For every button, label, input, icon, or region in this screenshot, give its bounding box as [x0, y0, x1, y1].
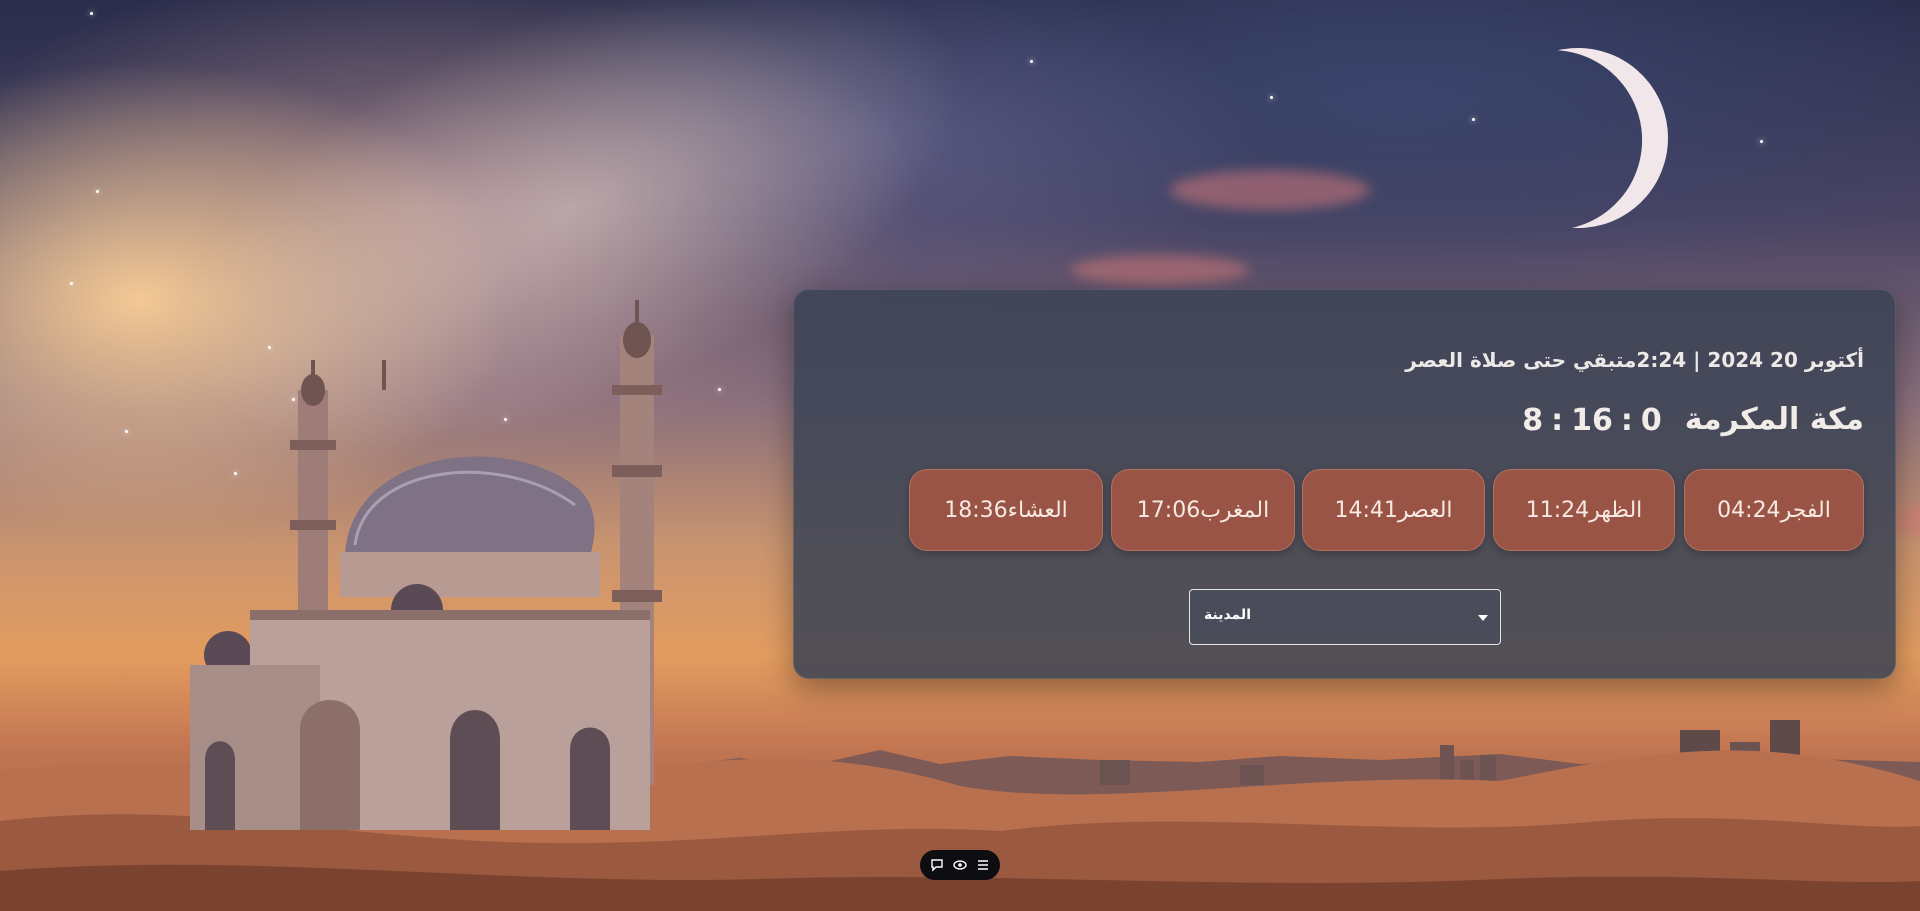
star [1760, 140, 1763, 143]
prayer-name: العشاء [1007, 497, 1068, 523]
menu-lines-icon[interactable] [974, 856, 992, 874]
prayer-name: الفجر [1780, 497, 1831, 523]
prayer-name: العصر [1397, 497, 1453, 523]
star [90, 12, 93, 15]
countdown-hours: 8 [1522, 403, 1544, 438]
prayer-time: 17:06 [1136, 497, 1201, 523]
star [96, 190, 99, 193]
city-select-label: المدينة [1204, 607, 1251, 623]
prayer-dhuhr[interactable]: الظهر 11:24 [1493, 469, 1675, 551]
prayer-time: 18:36 [944, 497, 1008, 523]
countdown-separator: : [1551, 403, 1564, 438]
chevron-down-icon [1478, 615, 1488, 621]
countdown-separator: : [1620, 403, 1633, 438]
prayer-isha[interactable]: العشاء 18:36 [909, 469, 1103, 551]
star [1030, 60, 1033, 63]
prayer-time: 14:41 [1334, 497, 1398, 523]
star [125, 430, 128, 433]
prayer-time: 11:24 [1525, 497, 1590, 523]
mosque-illustration [190, 300, 662, 830]
star [1270, 96, 1273, 99]
date-remaining-line: أكتوبر 20 2024 | 2:24متبقي حتى صلاة العص… [1405, 348, 1864, 372]
eye-icon[interactable] [951, 856, 969, 874]
prayer-asr[interactable]: العصر 14:41 [1302, 469, 1485, 551]
countdown-timer: 8:16:0 [1512, 403, 1672, 438]
countdown-minutes: 16 [1571, 403, 1613, 438]
prayer-times-panel: أكتوبر 20 2024 | 2:24متبقي حتى صلاة العص… [793, 289, 1896, 679]
star [1472, 118, 1475, 121]
star [718, 388, 721, 391]
floating-toolbar [920, 850, 1000, 880]
star [70, 282, 73, 285]
date-separator: | [1693, 348, 1701, 372]
prayer-name: المغرب [1200, 497, 1270, 523]
current-date: أكتوبر 20 2024 [1707, 348, 1864, 372]
pink-cloud [1170, 170, 1370, 210]
city-select[interactable]: المدينة [1189, 589, 1501, 645]
prayer-name: الظهر [1589, 497, 1643, 523]
prayer-maghrib[interactable]: المغرب 17:06 [1111, 469, 1295, 551]
pink-cloud [1070, 255, 1250, 285]
prayer-time: 04:24 [1717, 497, 1781, 523]
city-name: مكة المكرمة [1684, 402, 1864, 437]
countdown-seconds: 0 [1640, 403, 1662, 438]
remaining-text: متبقي حتى صلاة العصر [1405, 348, 1637, 372]
remaining-time: 2:24 [1636, 348, 1687, 372]
prayer-fajr[interactable]: الفجر 04:24 [1684, 469, 1864, 551]
chat-bubble-icon[interactable] [928, 856, 946, 874]
